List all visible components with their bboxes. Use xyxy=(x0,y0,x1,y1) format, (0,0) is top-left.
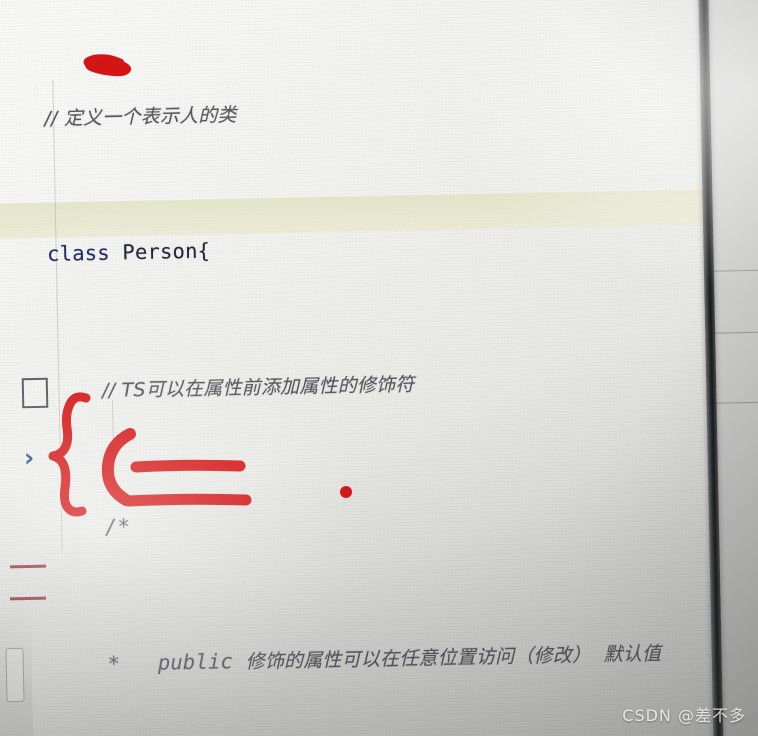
left-gutter-control[interactable] xyxy=(5,647,25,703)
comment-star-5: * xyxy=(107,651,121,676)
editor-code-area[interactable]: // 定义一个表示人的类 class Person{ // TS可以在属性前添加… xyxy=(42,0,758,736)
panel-box-icon[interactable] xyxy=(21,377,49,409)
photo-of-ide-screen: // 定义一个表示人的类 class Person{ // TS可以在属性前添加… xyxy=(0,0,758,736)
keyword-class: class xyxy=(46,241,111,267)
code-line-1: // 定义一个表示人的类 xyxy=(44,86,758,135)
comment-define-person-class: // 定义一个表示人的类 xyxy=(44,103,237,130)
code-line-2: class Person{ xyxy=(47,223,758,272)
class-name-person: Person{ xyxy=(122,239,211,265)
panel-divider-2 xyxy=(713,331,758,334)
csdn-watermark: CSDN @差不多 xyxy=(622,706,746,725)
code-line-3: // TS可以在属性前添加属性的修饰符 xyxy=(50,359,758,408)
code-line-5: * public 修饰的属性可以在任意位置访问（修改） 默认值 xyxy=(55,633,758,682)
doc-public-description: 修饰的属性可以在任意位置访问（修改） 默认值 xyxy=(245,642,662,673)
block-comment-open: /* xyxy=(104,514,131,539)
chevron-right-icon[interactable]: › xyxy=(24,443,35,472)
panel-divider-3 xyxy=(714,401,758,404)
code-line-4: /* xyxy=(52,496,758,545)
panel-divider-1 xyxy=(711,269,758,272)
doc-keyword-public: public xyxy=(157,649,234,675)
comment-ts-modifiers: // TS可以在属性前添加属性的修饰符 xyxy=(101,373,415,403)
